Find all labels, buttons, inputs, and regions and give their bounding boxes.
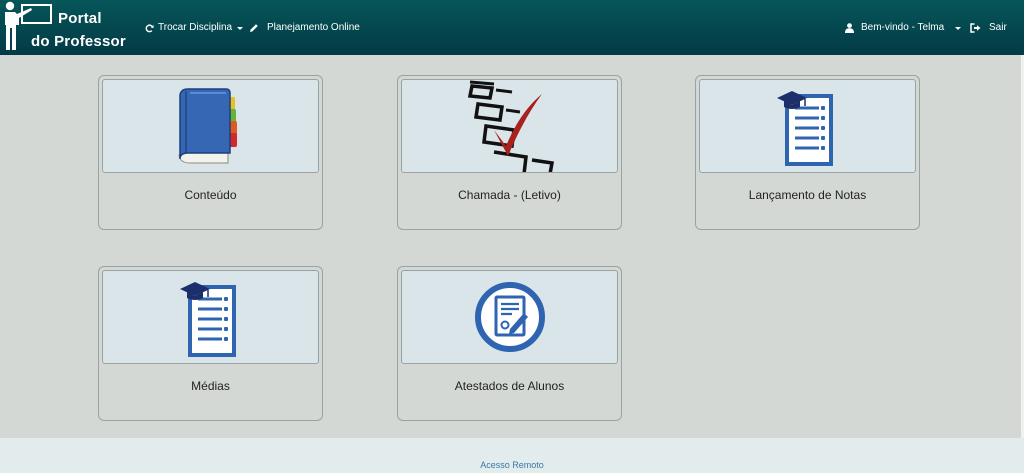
tile-atestados[interactable]: Atestados de Alunos xyxy=(397,266,622,421)
brand-title-line1: Portal xyxy=(58,10,102,27)
footer: Acesso Remoto xyxy=(0,438,1024,473)
book-icon xyxy=(177,88,237,164)
trocar-disciplina-dropdown[interactable]: Trocar Disciplina xyxy=(145,20,244,36)
sair-link[interactable]: Sair xyxy=(970,20,1007,36)
tile-conteudo[interactable]: Conteúdo xyxy=(98,75,323,230)
tile-image xyxy=(102,270,319,364)
tile-lancamento-notas[interactable]: Lançamento de Notas xyxy=(695,75,920,230)
sign-out-icon xyxy=(970,23,981,33)
grades-list-icon xyxy=(179,282,236,357)
grades-list-icon xyxy=(776,91,833,166)
tile-chamada[interactable]: Chamada - (Letivo) xyxy=(397,75,622,230)
tile-label: Atestados de Alunos xyxy=(454,379,565,393)
top-navbar: Portal do Professor Trocar Disciplina Pl… xyxy=(0,0,1024,55)
certificate-icon xyxy=(474,282,545,352)
planejamento-online-link[interactable]: Planejamento Online xyxy=(249,20,360,36)
tile-image xyxy=(699,79,916,173)
tile-label: Conteúdo xyxy=(184,188,237,202)
refresh-icon xyxy=(145,23,154,32)
tile-image xyxy=(401,79,618,173)
chevron-down-icon xyxy=(237,26,244,30)
tile-label: Médias xyxy=(191,379,230,393)
tile-label: Lançamento de Notas xyxy=(748,188,867,202)
pencil-icon xyxy=(250,24,258,32)
checklist-icon xyxy=(467,80,555,172)
chevron-down-icon xyxy=(955,26,962,30)
acesso-remoto-link[interactable]: Acesso Remoto xyxy=(0,460,1024,470)
brand-title-line2: do Professor xyxy=(31,33,126,50)
tile-image xyxy=(102,79,319,173)
tile-image xyxy=(401,270,618,364)
tile-label: Chamada - (Letivo) xyxy=(458,188,561,202)
planejamento-online-label: Planejamento Online xyxy=(267,22,360,33)
sair-label: Sair xyxy=(989,22,1007,33)
user-menu-dropdown[interactable]: Bem-vindo - Telma xyxy=(845,20,962,36)
user-greeting-label: Bem-vindo - Telma xyxy=(861,22,945,33)
brand-logo[interactable]: Portal do Professor xyxy=(0,0,135,55)
trocar-disciplina-label: Trocar Disciplina xyxy=(158,22,233,33)
tile-medias[interactable]: Médias xyxy=(98,266,323,421)
user-icon xyxy=(845,23,854,33)
